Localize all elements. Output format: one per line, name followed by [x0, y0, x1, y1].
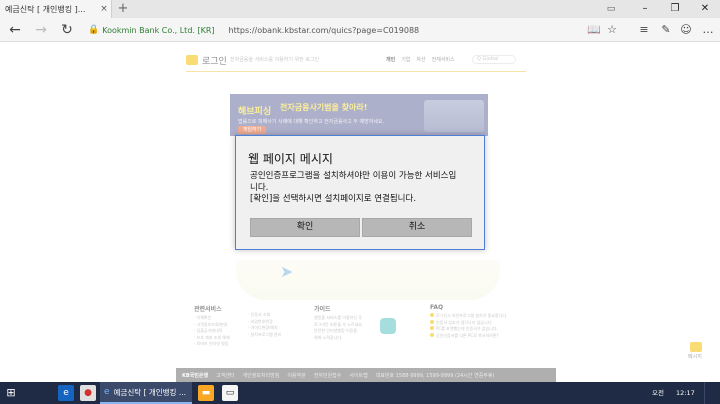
dialog-title: 웹 페이지 메시지: [248, 152, 333, 166]
browser-tab[interactable]: 예금신탁 [ 개인뱅킹 ]... ×: [0, 0, 112, 18]
internet-explorer-icon[interactable]: e: [58, 385, 74, 401]
lock-icon: 🔒: [88, 25, 100, 35]
taskbar-active-window[interactable]: e 예금신탁 [ 개인뱅킹 ...: [100, 382, 192, 404]
more-icon[interactable]: …: [700, 22, 716, 38]
navigation-bar: ← → ↻ 🔒 Kookmin Bank Co., Ltd. [KR] http…: [0, 18, 720, 42]
refresh-icon[interactable]: ↻: [58, 21, 76, 39]
reading-view-icon[interactable]: 📖: [586, 22, 602, 38]
tray-clock[interactable]: 12:17: [676, 382, 695, 404]
dialog-message: 공인인증프로그램을 설치하셔야만 이용이 가능한 서비스입 니다. [확인]을 …: [250, 171, 478, 206]
app-taskbar-icon[interactable]: ▭: [222, 385, 238, 401]
back-icon[interactable]: ←: [6, 21, 24, 39]
tab-title: 예금신탁 [ 개인뱅킹 ]...: [5, 4, 86, 14]
edge-icon: e: [104, 387, 110, 397]
start-icon[interactable]: ⊞: [4, 386, 18, 400]
site-identity: Kookmin Bank Co., Ltd. [KR]: [102, 25, 215, 35]
taskbar: ⊞ e ● e 예금신탁 [ 개인뱅킹 ... ▬ ▭ 오전 12:17: [0, 382, 720, 404]
dialog-message-line: 니다.: [250, 182, 269, 193]
taskbar-window-title: 예금신탁 [ 개인뱅킹 ...: [113, 387, 186, 397]
tab-close-icon[interactable]: ×: [97, 4, 111, 14]
address-bar[interactable]: 🔒 Kookmin Bank Co., Ltd. [KR] https://ob…: [88, 22, 588, 38]
hub-icon[interactable]: ≡: [636, 22, 652, 38]
url-text[interactable]: https://obank.kbstar.com/quics?page=C019…: [229, 26, 420, 35]
favorite-icon[interactable]: ☆: [604, 22, 620, 38]
dialog-message-line: [확인]을 선택하시면 설치페이지로 연결됩니다.: [250, 194, 417, 204]
maximize-button[interactable]: ❐: [660, 0, 690, 18]
tab-preview-icon[interactable]: ▭: [604, 2, 618, 16]
tray-ime[interactable]: 오전: [652, 382, 664, 404]
title-bar: 예금신탁 [ 개인뱅킹 ]... × + ▭ – ❐ ✕: [0, 0, 720, 18]
show-desktop-button[interactable]: [704, 382, 716, 404]
forward-icon[interactable]: →: [32, 21, 50, 39]
dialog-message-line: 공인인증프로그램을 설치하셔야만 이용이 가능한 서비스입: [250, 171, 457, 181]
minimize-button[interactable]: –: [630, 0, 660, 18]
feedback-icon[interactable]: ☺: [678, 22, 694, 38]
chrome-icon[interactable]: ●: [80, 385, 96, 401]
close-window-button[interactable]: ✕: [690, 0, 720, 18]
cancel-button[interactable]: 취소: [362, 218, 472, 237]
note-icon[interactable]: ✎: [658, 22, 674, 38]
new-tab-button[interactable]: +: [116, 2, 130, 16]
web-page-message-dialog: 웹 페이지 메시지 공인인증프로그램을 설치하셔야만 이용이 가능한 서비스입 …: [235, 135, 485, 250]
ok-button[interactable]: 확인: [250, 218, 360, 237]
folder-icon[interactable]: ▬: [198, 385, 214, 401]
